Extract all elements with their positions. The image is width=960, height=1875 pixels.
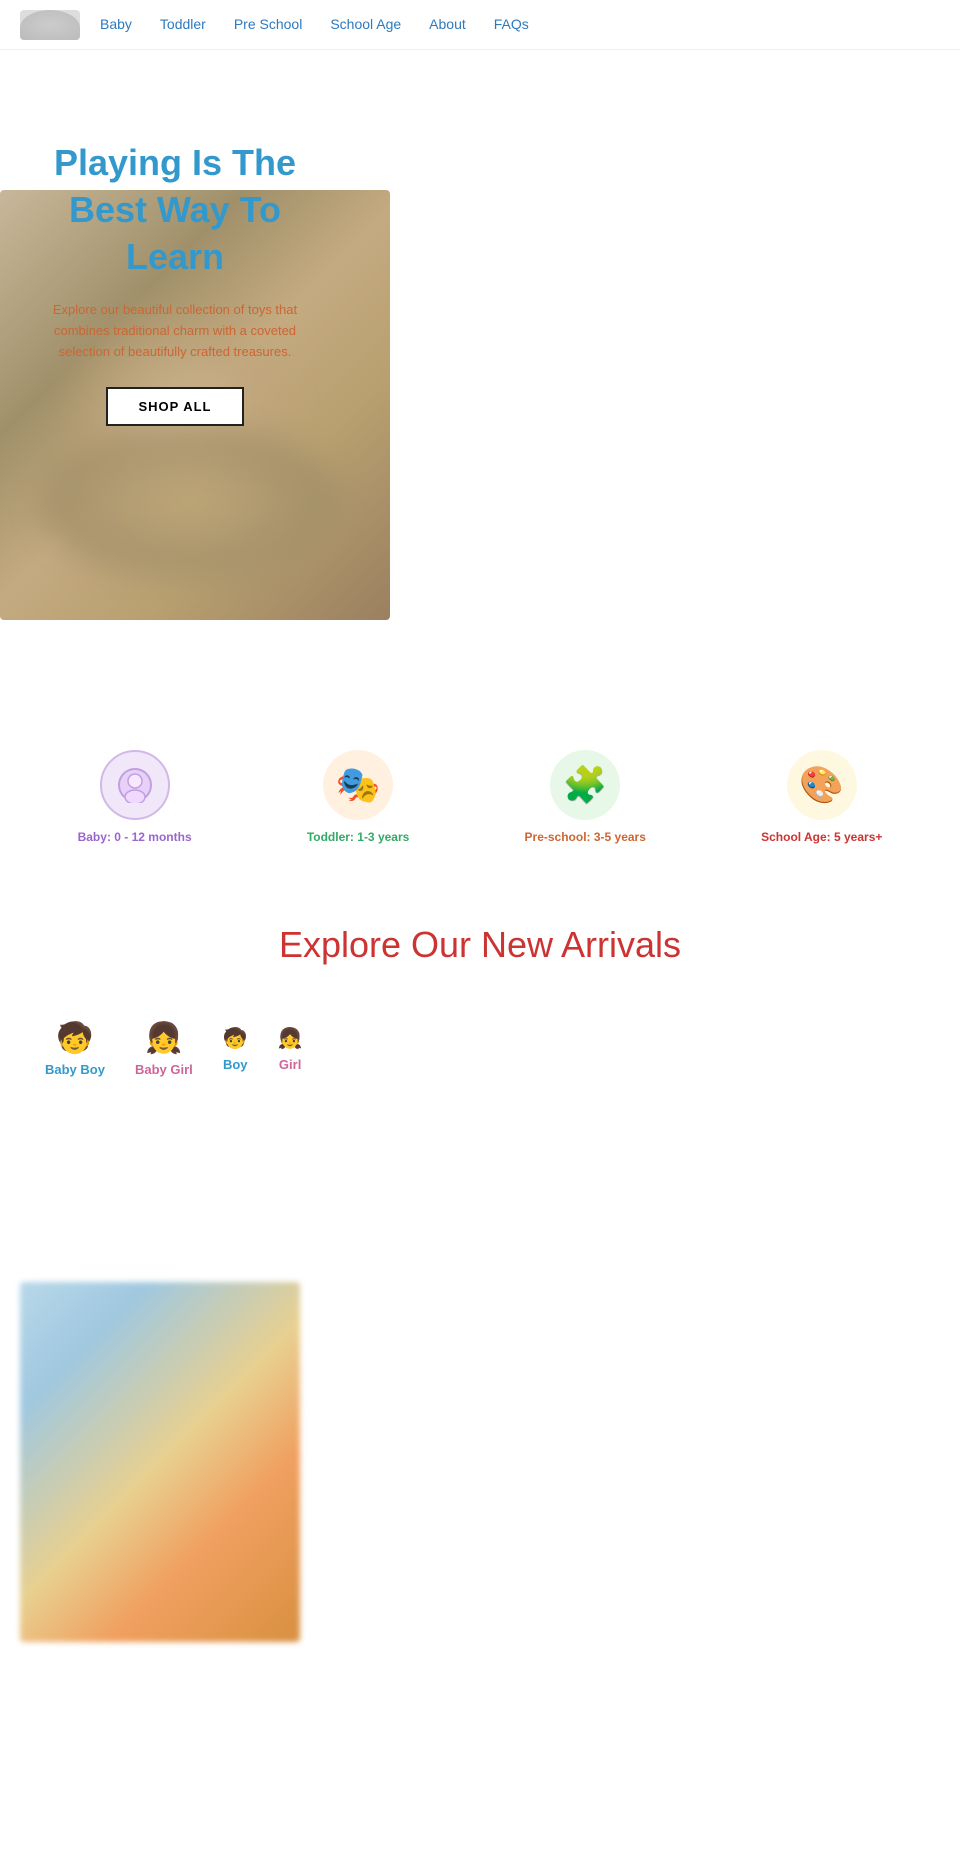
age-item-preschool[interactable]: 🧩 Pre-school: 3-5 years — [525, 750, 646, 844]
gender-tabs: 🧒 Baby Boy 👧 Baby Girl 🧒 Boy 👧 Girl — [20, 1016, 940, 1102]
product-image — [20, 1282, 300, 1642]
preschool-age-label: Pre-school: 3-5 years — [525, 830, 646, 844]
nav-links: Baby Toddler Pre School School Age About… — [100, 16, 529, 34]
baby-girl-label: Baby Girl — [135, 1062, 193, 1077]
girl-mini-icons: 👧 — [278, 1026, 303, 1051]
new-arrivals-section: Explore Our New Arrivals 🧒 Baby Boy 👧 Ba… — [0, 884, 960, 1122]
boy-tab[interactable]: 🧒 Boy — [218, 1021, 253, 1077]
preschool-age-icon: 🧩 — [550, 750, 620, 820]
age-item-baby[interactable]: Baby: 0 - 12 months — [78, 750, 192, 844]
nav-faqs[interactable]: FAQs — [494, 16, 529, 32]
baby-age-icon — [100, 750, 170, 820]
nav-about[interactable]: About — [429, 16, 466, 32]
toddler-age-icon: 🎭 — [323, 750, 393, 820]
schoolage-age-icon: 🎨 — [787, 750, 857, 820]
hero-subtitle: Explore our beautiful collection of toys… — [40, 300, 310, 362]
baby-age-label: Baby: 0 - 12 months — [78, 830, 192, 844]
nav-baby[interactable]: Baby — [100, 16, 132, 32]
baby-boy-tab[interactable]: 🧒 Baby Boy — [40, 1016, 110, 1082]
site-logo[interactable] — [20, 10, 80, 40]
navbar: Baby Toddler Pre School School Age About… — [0, 0, 960, 50]
age-item-schoolage[interactable]: 🎨 School Age: 5 years+ — [761, 750, 882, 844]
new-arrivals-title: Explore Our New Arrivals — [20, 924, 940, 966]
schoolage-age-label: School Age: 5 years+ — [761, 830, 882, 844]
toddler-age-label: Toddler: 1-3 years — [307, 830, 409, 844]
nav-toddler[interactable]: Toddler — [160, 16, 206, 32]
girl-tab[interactable]: 👧 Girl — [273, 1021, 308, 1077]
nav-schoolage[interactable]: School Age — [330, 16, 401, 32]
hero-title: Playing Is The Best Way To Learn — [40, 140, 310, 280]
boy-mini-icons: 🧒 — [223, 1026, 248, 1051]
shop-all-button[interactable]: SHOP ALL — [106, 387, 243, 426]
nav-preschool[interactable]: Pre School — [234, 16, 302, 32]
age-item-toddler[interactable]: 🎭 Toddler: 1-3 years — [307, 750, 409, 844]
age-categories-section: Baby: 0 - 12 months 🎭 Toddler: 1-3 years… — [0, 710, 960, 884]
hero-section: Playing Is The Best Way To Learn Explore… — [0, 50, 960, 650]
baby-boy-icon: 🧒 — [56, 1021, 93, 1056]
hero-text: Playing Is The Best Way To Learn Explore… — [0, 110, 350, 650]
baby-boy-label: Baby Boy — [45, 1062, 105, 1077]
girl-label: Girl — [279, 1057, 301, 1072]
boy-label: Boy — [223, 1057, 248, 1072]
baby-girl-icon: 👧 — [145, 1021, 182, 1056]
baby-girl-tab[interactable]: 👧 Baby Girl — [130, 1016, 198, 1082]
product-section — [0, 1182, 960, 1662]
